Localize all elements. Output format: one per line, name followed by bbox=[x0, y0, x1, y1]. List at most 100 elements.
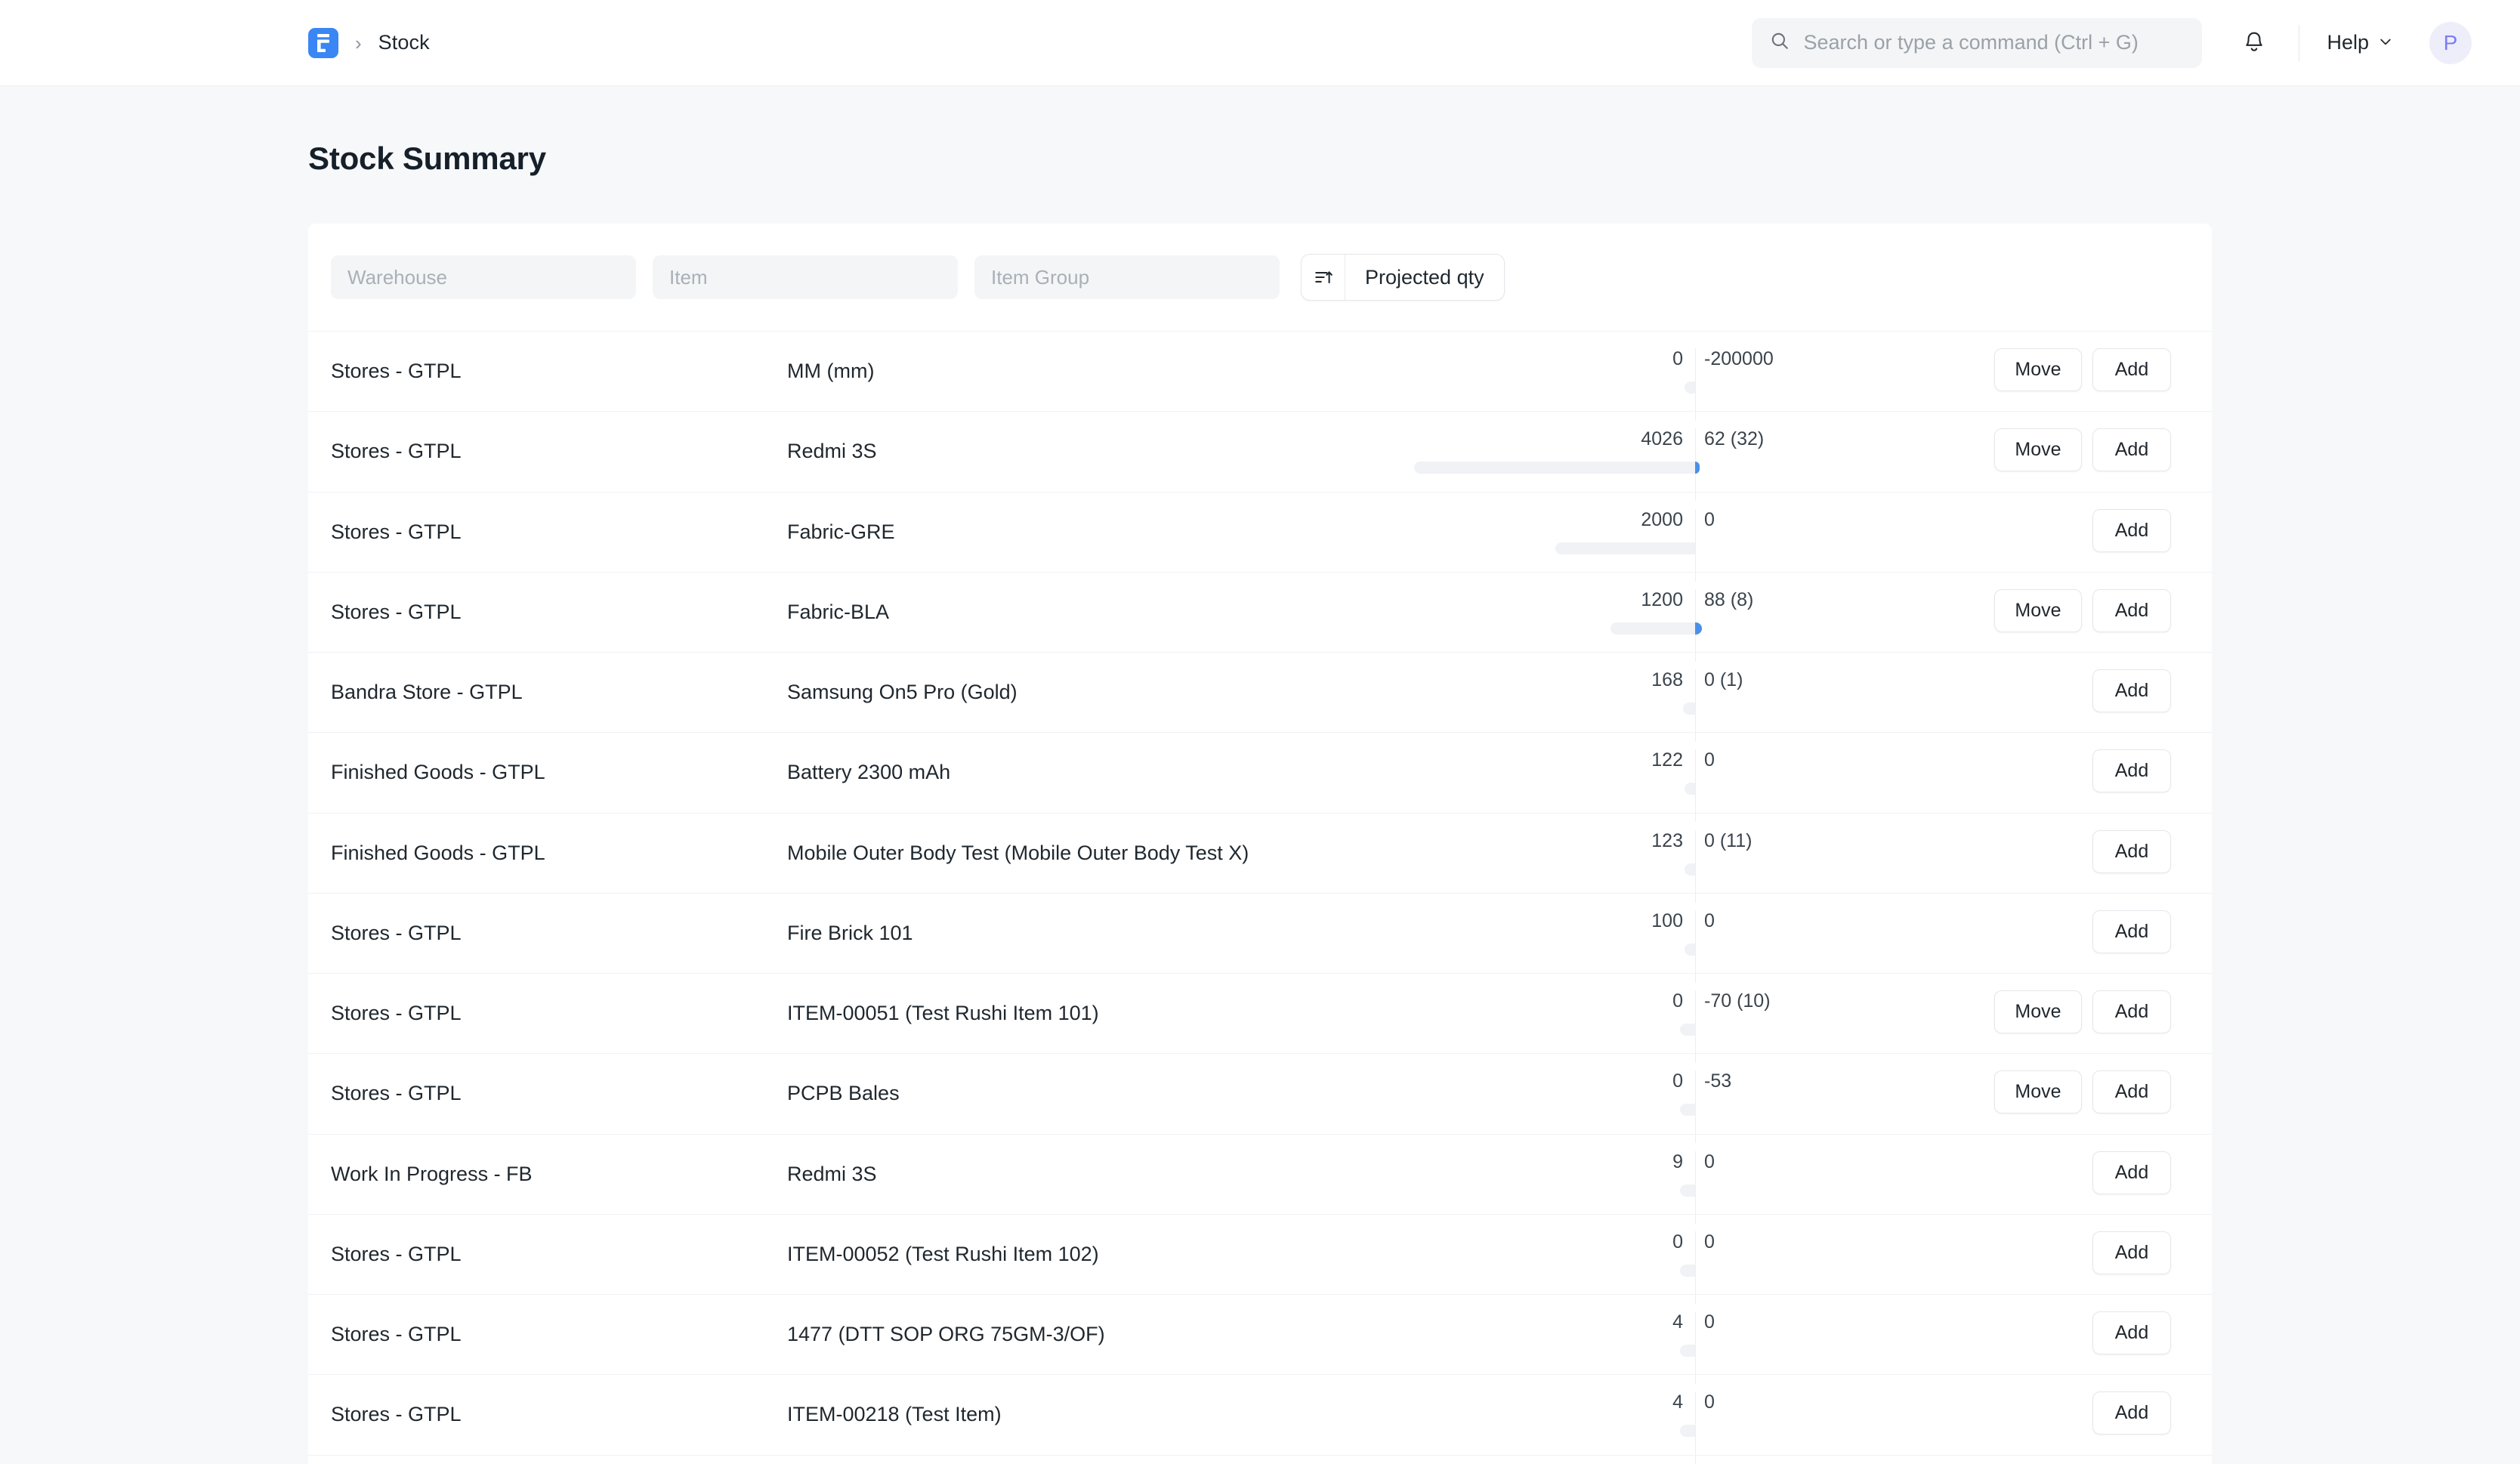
search-input[interactable]: Search or type a command (Ctrl + G) bbox=[1752, 18, 2202, 68]
cell-quantity: 90 bbox=[1308, 1135, 1895, 1213]
add-button[interactable]: Add bbox=[2092, 428, 2171, 471]
bar-zero-divider bbox=[1695, 830, 1696, 903]
table-row[interactable]: Bandra Store - GTPLSamsung On5 Pro (Gold… bbox=[308, 652, 2212, 732]
cell-warehouse: Stores - GTPL bbox=[308, 974, 787, 1053]
table-row[interactable]: Stores - GTPLMM (mm)0-200000MoveAdd bbox=[308, 331, 2212, 411]
projected-qty-value: 0 bbox=[1704, 1151, 1715, 1173]
cell-warehouse: Stores - GTPL bbox=[308, 573, 787, 652]
quantity-bar-chart bbox=[1308, 863, 1895, 876]
projected-qty-value: 0 (1) bbox=[1704, 669, 1743, 691]
cell-item: 1477 (DTT SOP ORG 75GM-3/OF) bbox=[787, 1295, 1308, 1374]
filter-bar: Projected qty bbox=[308, 224, 2212, 331]
projected-qty-value: 88 (8) bbox=[1704, 589, 1753, 611]
cell-warehouse: Bandra Store - GTPL bbox=[308, 653, 787, 732]
cell-warehouse: Stores - GTPL bbox=[308, 1215, 787, 1294]
table-row[interactable]: Stores - GTPLITEM-00052 (Test Rushi Item… bbox=[308, 1214, 2212, 1294]
projected-qty-value: 0 bbox=[1704, 509, 1715, 531]
cell-actions: Add bbox=[1895, 733, 2212, 809]
actual-qty-value: 0 bbox=[1672, 990, 1695, 1012]
erpnext-logo-icon[interactable] bbox=[308, 28, 338, 58]
add-button[interactable]: Add bbox=[2092, 749, 2171, 792]
table-row[interactable]: Stores - GTPLITEM-00051 (Test Rushi Item… bbox=[308, 973, 2212, 1053]
bell-icon[interactable] bbox=[2226, 18, 2282, 68]
cell-warehouse: Finished Goods - GTPL bbox=[308, 733, 787, 812]
projected-qty-value: 0 bbox=[1704, 1311, 1715, 1333]
projected-qty-bar bbox=[1695, 462, 1700, 474]
cell-actions: Add bbox=[1895, 653, 2212, 729]
quantity-values: 123 0 (11) bbox=[1308, 830, 1895, 857]
add-button[interactable]: Add bbox=[2092, 1231, 2171, 1274]
breadcrumb-stock[interactable]: Stock bbox=[378, 31, 430, 54]
add-button[interactable]: Add bbox=[2092, 1391, 2171, 1435]
bar-zero-divider bbox=[1695, 669, 1696, 742]
table-row[interactable]: Work In Progress - FBRedmi 3S90Add bbox=[308, 1134, 2212, 1214]
add-button[interactable]: Add bbox=[2092, 1151, 2171, 1194]
bar-zero-divider bbox=[1695, 1391, 1696, 1464]
cell-quantity: 168 0 (1) bbox=[1308, 653, 1895, 731]
actual-qty-value: 122 bbox=[1651, 749, 1695, 771]
table-row[interactable]: Stores - GTPLRedmi 3S402662 (32)MoveAdd bbox=[308, 411, 2212, 491]
quantity-bar-chart bbox=[1308, 1425, 1895, 1437]
projected-qty-value: 0 (11) bbox=[1704, 830, 1752, 852]
cell-warehouse: Stores - GTPL bbox=[308, 1375, 787, 1454]
table-row[interactable]: Finished Goods - GTPLBattery 2300 mAh122… bbox=[308, 732, 2212, 812]
breadcrumb-separator: › bbox=[355, 33, 362, 53]
cell-item: Fabric-GRE bbox=[787, 493, 1308, 572]
table-row[interactable]: Stores - GTPLmi a1 phone (Mi A1 )1210Mov… bbox=[308, 1455, 2212, 1464]
help-menu-button[interactable]: Help bbox=[2316, 23, 2404, 62]
move-button[interactable]: Move bbox=[1994, 990, 2082, 1033]
quantity-values: 40 bbox=[1308, 1391, 1895, 1419]
add-button[interactable]: Add bbox=[2092, 589, 2171, 632]
cell-item: Fire Brick 101 bbox=[787, 894, 1308, 973]
projected-qty-value: -70 (10) bbox=[1704, 990, 1771, 1012]
move-button[interactable]: Move bbox=[1994, 348, 2082, 391]
table-row[interactable]: Stores - GTPLFabric-BLA120088 (8)MoveAdd bbox=[308, 572, 2212, 652]
projected-qty-value: 62 (32) bbox=[1704, 428, 1764, 450]
actual-qty-value: 123 bbox=[1651, 830, 1695, 852]
bar-zero-divider bbox=[1695, 990, 1696, 1063]
add-button[interactable]: Add bbox=[2092, 1311, 2171, 1354]
cell-quantity: 402662 (32) bbox=[1308, 412, 1895, 490]
add-button[interactable]: Add bbox=[2092, 830, 2171, 873]
chevron-down-icon bbox=[2378, 31, 2393, 54]
add-button[interactable]: Add bbox=[2092, 1070, 2171, 1113]
move-button[interactable]: Move bbox=[1994, 589, 2082, 632]
item-filter-input[interactable] bbox=[653, 255, 958, 299]
actual-qty-bar bbox=[1555, 542, 1695, 554]
warehouse-filter-input[interactable] bbox=[331, 255, 636, 299]
quantity-values: 402662 (32) bbox=[1308, 428, 1895, 456]
actual-qty-value: 168 bbox=[1651, 669, 1695, 691]
add-button[interactable]: Add bbox=[2092, 910, 2171, 953]
item-group-filter-input[interactable] bbox=[974, 255, 1280, 299]
sort-ascending-icon[interactable] bbox=[1302, 255, 1345, 300]
cell-actions: Add bbox=[1895, 1375, 2212, 1451]
table-row[interactable]: Finished Goods - GTPLMobile Outer Body T… bbox=[308, 813, 2212, 893]
cell-actions: Add bbox=[1895, 1135, 2212, 1211]
table-row[interactable]: Stores - GTPLFabric-GRE20000Add bbox=[308, 492, 2212, 572]
table-row[interactable]: Stores - GTPLITEM-00218 (Test Item)40Add bbox=[308, 1374, 2212, 1454]
add-button[interactable]: Add bbox=[2092, 669, 2171, 712]
sort-field-button[interactable]: Projected qty bbox=[1345, 255, 1504, 300]
move-button[interactable]: Move bbox=[1994, 1070, 2082, 1113]
cell-quantity: 20000 bbox=[1308, 493, 1895, 571]
table-row[interactable]: Stores - GTPL1477 (DTT SOP ORG 75GM-3/OF… bbox=[308, 1294, 2212, 1374]
add-button[interactable]: Add bbox=[2092, 509, 2171, 552]
actual-qty-bar bbox=[1611, 622, 1695, 635]
add-button[interactable]: Add bbox=[2092, 990, 2171, 1033]
bar-zero-divider bbox=[1695, 749, 1696, 822]
cell-item: ITEM-00051 (Test Rushi Item 101) bbox=[787, 974, 1308, 1053]
quantity-values: 0-200000 bbox=[1308, 348, 1895, 375]
navbar-right: Search or type a command (Ctrl + G) Help… bbox=[1752, 18, 2472, 68]
quantity-values: 90 bbox=[1308, 1151, 1895, 1178]
actual-qty-bar bbox=[1680, 1104, 1695, 1116]
search-icon bbox=[1770, 31, 1790, 54]
actual-qty-bar bbox=[1685, 944, 1695, 956]
avatar[interactable]: P bbox=[2429, 22, 2472, 64]
table-row[interactable]: Stores - GTPLPCPB Bales0-53MoveAdd bbox=[308, 1053, 2212, 1133]
add-button[interactable]: Add bbox=[2092, 348, 2171, 391]
cell-actions: Add bbox=[1895, 894, 2212, 970]
table-row[interactable]: Stores - GTPLFire Brick 1011000Add bbox=[308, 893, 2212, 973]
move-button[interactable]: Move bbox=[1994, 428, 2082, 471]
actual-qty-bar bbox=[1683, 703, 1695, 715]
actual-qty-bar bbox=[1685, 863, 1695, 876]
